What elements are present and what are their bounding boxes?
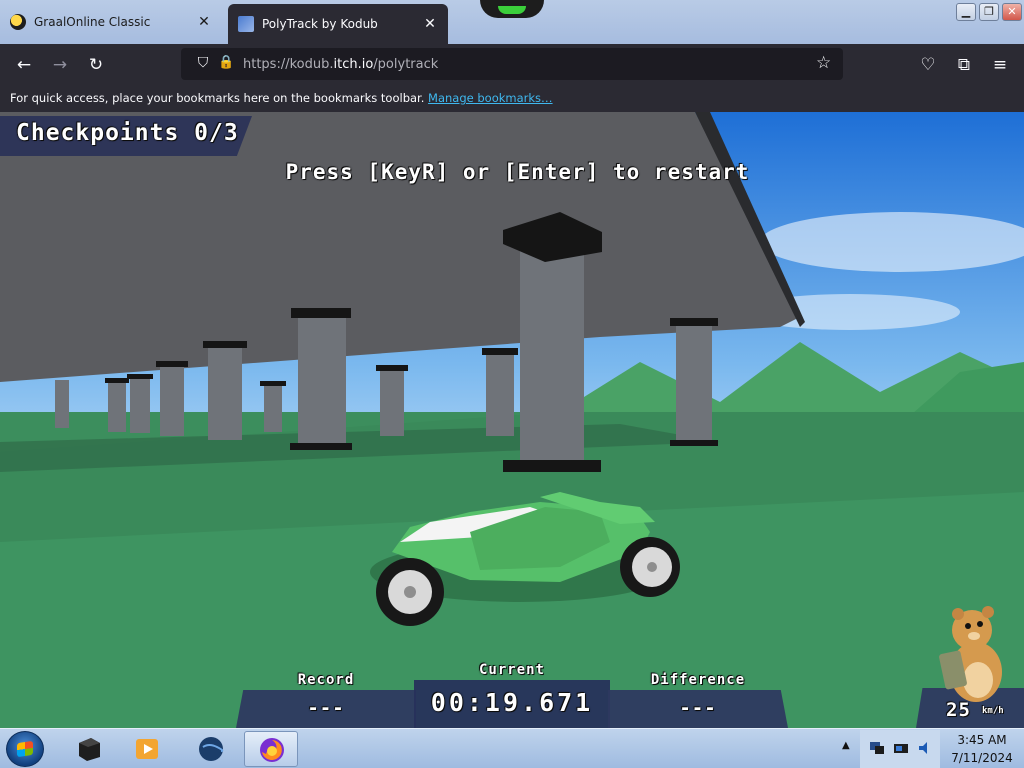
bookmark-star-icon[interactable]: ☆ bbox=[816, 53, 831, 73]
tab-label: PolyTrack by Kodub bbox=[262, 17, 378, 31]
record-value: --- bbox=[307, 697, 345, 719]
tab-polytrack[interactable]: PolyTrack by Kodub ✕ bbox=[228, 4, 448, 44]
extensions-icon[interactable]: ⧉ bbox=[953, 54, 975, 76]
tab-label: GraalOnline Classic bbox=[34, 15, 151, 29]
bookmarks-hint: For quick access, place your bookmarks h… bbox=[10, 91, 425, 105]
close-window-button[interactable]: ✕ bbox=[1002, 3, 1022, 21]
current-time-value: 00:19.671 bbox=[430, 688, 594, 717]
taskbar-media-button[interactable] bbox=[120, 731, 174, 767]
system-tray bbox=[860, 730, 940, 768]
forward-arrow-icon[interactable]: → bbox=[49, 54, 71, 76]
tab-close-icon[interactable]: ✕ bbox=[196, 14, 212, 30]
bookmarks-toolbar: For quick access, place your bookmarks h… bbox=[0, 86, 1024, 112]
show-hidden-icons-button[interactable]: ▲ bbox=[842, 740, 850, 751]
difference-label: Difference bbox=[650, 672, 746, 688]
taskbar-firefox-button[interactable] bbox=[244, 731, 298, 767]
speaker-icon[interactable] bbox=[916, 739, 934, 757]
dark-cube-icon bbox=[79, 738, 100, 761]
clock-time[interactable]: 3:45 AM bbox=[940, 733, 1024, 747]
tab-graalonline[interactable]: GraalOnline Classic ✕ bbox=[0, 4, 222, 40]
lock-icon[interactable]: 🔒 bbox=[218, 55, 234, 73]
url-prefix: https://kodub. bbox=[243, 57, 334, 72]
hamster-mascot-icon bbox=[939, 606, 1002, 702]
url-text[interactable]: https://kodub.itch.io/polytrack bbox=[243, 57, 438, 72]
tab-close-icon[interactable]: ✕ bbox=[422, 16, 438, 32]
menu-icon[interactable]: ≡ bbox=[989, 54, 1011, 76]
restart-message: Press [KeyR] or [Enter] to restart bbox=[285, 160, 750, 184]
polytrack-favicon-icon bbox=[238, 16, 254, 32]
network-icon[interactable] bbox=[868, 739, 886, 757]
firefox-icon bbox=[260, 738, 284, 762]
url-path: /polytrack bbox=[373, 57, 439, 72]
shield-icon[interactable]: ⛉ bbox=[194, 55, 212, 73]
speed-unit: km/h bbox=[982, 706, 1004, 716]
manage-bookmarks-link[interactable]: Manage bookmarks… bbox=[428, 91, 553, 105]
checkpoints-counter: Checkpoints 0/3 bbox=[16, 120, 239, 146]
start-button[interactable] bbox=[6, 731, 44, 767]
maximize-button[interactable]: ❐ bbox=[979, 3, 999, 21]
globe-icon bbox=[199, 737, 224, 761]
difference-value: --- bbox=[679, 697, 717, 719]
taskbar-app-button[interactable] bbox=[62, 731, 116, 767]
title-ornament-icon bbox=[480, 0, 544, 18]
clock-date[interactable]: 7/11/2024 bbox=[940, 751, 1024, 765]
device-icon[interactable] bbox=[892, 739, 910, 757]
taskbar-globe-button[interactable] bbox=[184, 731, 238, 767]
current-label: Current bbox=[478, 662, 545, 678]
browser-tab-bar: GraalOnline Classic ✕ PolyTrack by Kodub… bbox=[0, 0, 1024, 44]
media-player-icon bbox=[136, 739, 158, 759]
url-host: itch.io bbox=[333, 57, 374, 72]
back-arrow-icon[interactable]: ← bbox=[13, 54, 35, 76]
record-label: Record bbox=[297, 672, 355, 688]
minimize-button[interactable]: ▁ bbox=[956, 3, 976, 21]
race-scene bbox=[0, 112, 1024, 728]
graal-favicon-icon bbox=[10, 14, 26, 30]
reload-icon[interactable]: ↻ bbox=[85, 54, 107, 76]
game-canvas[interactable]: Checkpoints 0/3 Press [KeyR] or [Enter] … bbox=[0, 112, 1024, 728]
pocket-icon[interactable]: ♡ bbox=[917, 54, 939, 76]
